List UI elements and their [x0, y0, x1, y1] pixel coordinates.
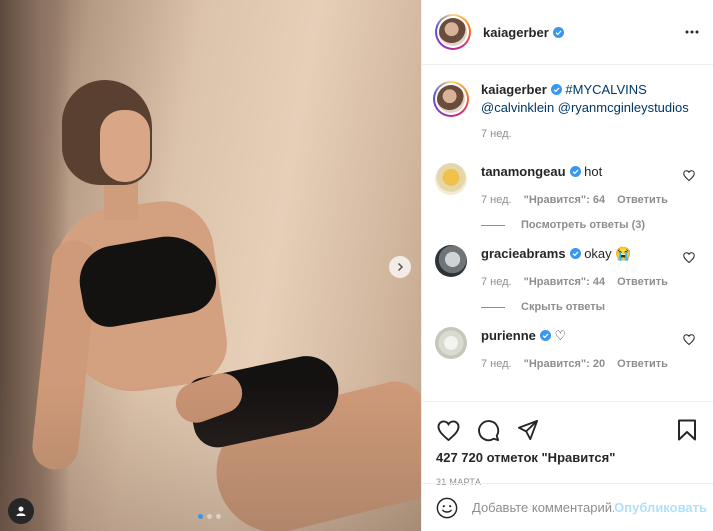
- reply-button[interactable]: Ответить: [617, 355, 668, 373]
- comment-like-button[interactable]: [683, 251, 695, 266]
- comment-likes[interactable]: "Нравится": 44: [524, 273, 605, 291]
- user-icon: [16, 506, 26, 516]
- post-photo[interactable]: [0, 0, 421, 531]
- ellipsis-icon: [685, 30, 699, 34]
- carousel-dot: [207, 514, 212, 519]
- like-button[interactable]: [436, 418, 460, 442]
- hide-replies-button[interactable]: Скрыть ответы: [481, 301, 699, 313]
- caption-hashtag[interactable]: #MYCALVINS: [565, 82, 646, 97]
- comment-icon: [477, 419, 499, 441]
- comment-input[interactable]: [472, 500, 615, 515]
- view-replies-button[interactable]: Посмотреть ответы (3): [481, 219, 699, 231]
- comment-item: purienne ♡ 7 нед. "Нравится": 20 Ответит…: [435, 327, 699, 373]
- heart-icon: [683, 252, 695, 264]
- comment-time[interactable]: 7 нед.: [481, 191, 512, 209]
- comment-time[interactable]: 7 нед.: [481, 355, 512, 373]
- comment-text: hot: [584, 164, 603, 179]
- carousel-dot: [216, 514, 221, 519]
- chevron-right-icon: [397, 262, 404, 272]
- tagged-users-button[interactable]: [8, 498, 34, 524]
- post-details-panel: kaiagerber kaiagerber #MYCALVINS @calvin…: [421, 0, 713, 531]
- share-button[interactable]: [516, 418, 540, 442]
- verified-badge-icon: [569, 248, 581, 259]
- reply-button[interactable]: Ответить: [617, 191, 668, 209]
- hide-replies-label: Скрыть ответы: [521, 301, 605, 313]
- commenter-username[interactable]: purienne: [481, 328, 536, 343]
- share-icon: [517, 419, 539, 441]
- heart-icon: [683, 170, 695, 182]
- smiley-icon: [436, 497, 458, 518]
- comments-list[interactable]: kaiagerber #MYCALVINS @calvinklein @ryan…: [422, 65, 713, 400]
- view-replies-label: Посмотреть ответы (3): [521, 219, 646, 231]
- emoji-button[interactable]: [436, 497, 458, 519]
- comment-button[interactable]: [476, 418, 500, 442]
- comment-time[interactable]: 7 нед.: [481, 273, 512, 291]
- caption-mentions[interactable]: @calvinklein @ryanmcginleystudios: [481, 100, 689, 115]
- comment-like-button[interactable]: [683, 333, 695, 348]
- carousel-next-button[interactable]: [389, 256, 411, 278]
- publish-button[interactable]: Опубликовать: [614, 500, 707, 515]
- commenter-avatar[interactable]: [435, 163, 467, 195]
- verified-badge-icon: [552, 26, 564, 38]
- commenter-username[interactable]: gracieabrams: [481, 246, 566, 261]
- comment-like-button[interactable]: [683, 169, 695, 184]
- save-button[interactable]: [675, 418, 699, 442]
- caption-time[interactable]: 7 нед.: [481, 125, 512, 143]
- add-comment-bar: Опубликовать: [422, 483, 713, 531]
- comment-likes[interactable]: "Нравится": 64: [524, 191, 605, 209]
- carousel-dot: [198, 514, 203, 519]
- verified-badge-icon: [569, 166, 581, 177]
- comment-text: ♡: [554, 328, 567, 343]
- photo-floor-shadow: [0, 381, 421, 531]
- carousel-dots: [198, 514, 221, 519]
- likes-count[interactable]: 427 720 отметок "Нравится": [436, 450, 699, 465]
- caption-avatar[interactable]: [433, 81, 469, 117]
- verified-badge-icon: [539, 330, 551, 341]
- verified-badge-icon: [550, 84, 562, 95]
- author-username[interactable]: kaiagerber: [483, 25, 549, 40]
- reply-button[interactable]: Ответить: [617, 273, 668, 291]
- post-caption: kaiagerber #MYCALVINS @calvinklein @ryan…: [433, 81, 699, 143]
- comment-item: tanamongeau hot 7 нед. "Нравится": 64 От…: [435, 163, 699, 209]
- commenter-avatar[interactable]: [435, 245, 467, 277]
- heart-icon: [683, 334, 695, 346]
- bookmark-icon: [678, 419, 696, 441]
- caption-username[interactable]: kaiagerber: [481, 82, 547, 97]
- post-header: kaiagerber: [422, 0, 713, 65]
- comment-likes[interactable]: "Нравится": 20: [524, 355, 605, 373]
- author-avatar[interactable]: [435, 14, 471, 50]
- commenter-avatar[interactable]: [435, 327, 467, 359]
- comment-text: okay 😭: [584, 246, 632, 261]
- comment-item: gracieabrams okay 😭 7 нед. "Нравится": 4…: [435, 245, 699, 291]
- commenter-username[interactable]: tanamongeau: [481, 164, 566, 179]
- post-actions: 427 720 отметок "Нравится" 31 МАРТА: [422, 401, 713, 487]
- more-options-button[interactable]: [685, 30, 699, 34]
- heart-icon: [437, 419, 459, 441]
